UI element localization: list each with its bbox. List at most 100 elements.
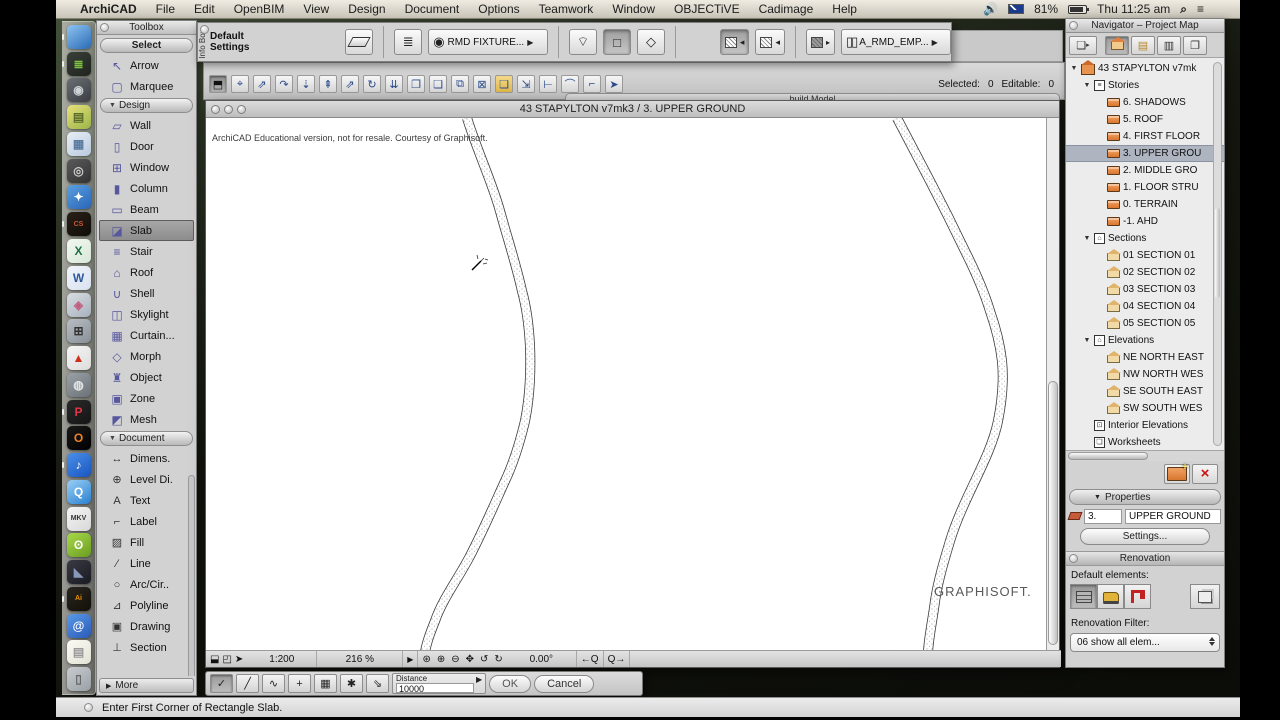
- dock-item-excel[interactable]: X: [66, 238, 92, 264]
- toolbox-section-select[interactable]: Select: [100, 38, 193, 53]
- tree-item-01-section-01[interactable]: 01 SECTION 01: [1066, 247, 1224, 264]
- tool-window[interactable]: ⊞ Window: [99, 157, 194, 178]
- minimize-icon[interactable]: [224, 105, 233, 114]
- menu-item-openbim[interactable]: OpenBIM: [234, 2, 285, 16]
- zoom-window-button[interactable]: ◰: [222, 654, 231, 665]
- dock-item-notes-doc[interactable]: ▤: [66, 640, 92, 666]
- navigator-title-bar[interactable]: Navigator – Project Map: [1066, 19, 1224, 33]
- tool-drawing[interactable]: ▣ Drawing: [99, 616, 194, 637]
- zoom-percent[interactable]: 216 %: [317, 651, 404, 667]
- publisher-button[interactable]: ❐: [1183, 35, 1207, 55]
- drop-button[interactable]: ⇣: [297, 75, 315, 93]
- highlight-layers-button[interactable]: ❏: [495, 75, 513, 93]
- tree-item-worksheets[interactable]: ❏ Worksheets: [1066, 434, 1224, 450]
- layer-button[interactable]: ◉ RMD FIXTURE... ▶: [428, 29, 549, 55]
- distance-input[interactable]: 10000: [396, 682, 474, 694]
- tool-skylight[interactable]: ◫ Skylight: [99, 304, 194, 325]
- dock-item-opera[interactable]: O: [66, 425, 92, 451]
- tool-marquee[interactable]: ▢ Marquee: [99, 76, 194, 97]
- expand-triangle-icon[interactable]: ▼: [1083, 337, 1091, 344]
- tool-beam[interactable]: ▭ Beam: [99, 199, 194, 220]
- ok-button[interactable]: OK: [489, 674, 532, 693]
- menu-item-edit[interactable]: Edit: [194, 2, 215, 16]
- fill-display-button-1[interactable]: ◂: [719, 29, 750, 55]
- tree-item-4--first-floor[interactable]: 4. FIRST FLOOR: [1066, 128, 1224, 145]
- dock-item-compass-app[interactable]: ✦: [66, 185, 92, 211]
- view-map-button[interactable]: ▤: [1131, 35, 1155, 55]
- toolbox-scrollbar[interactable]: [188, 475, 195, 676]
- delete-button[interactable]: ×: [1192, 464, 1218, 484]
- multiply-button[interactable]: ❐: [407, 75, 425, 93]
- story-number-field[interactable]: 3.: [1084, 508, 1122, 524]
- polyline-input-button[interactable]: ∿: [262, 674, 285, 693]
- expand-triangle-icon[interactable]: ▼: [1083, 235, 1091, 242]
- settings-button[interactable]: Settings...: [1080, 528, 1210, 545]
- menu-item-window[interactable]: Window: [612, 2, 655, 16]
- tool-fill[interactable]: ▨ Fill: [99, 532, 194, 553]
- tool-arrow[interactable]: ↖ Arrow: [99, 55, 194, 76]
- previous-zoom-button[interactable]: ←Q: [577, 651, 604, 667]
- drawing-canvas[interactable]: ArchiCAD Educational version, not for re…: [206, 118, 1048, 652]
- tree-item-0--terrain[interactable]: 0. TERRAIN: [1066, 196, 1224, 213]
- toolbox-section-design[interactable]: ▼ Design: [100, 98, 193, 113]
- magic-pick-button[interactable]: ➤: [605, 75, 623, 93]
- geometry-polygon-button[interactable]: ⌔: [569, 29, 598, 55]
- tree-horizontal-scrollbar[interactable]: [1066, 450, 1224, 461]
- new-elements-button[interactable]: [1124, 584, 1151, 609]
- tree-item-ne-north-east[interactable]: NE NORTH EAST: [1066, 349, 1224, 366]
- tree-item-5--roof[interactable]: 5. ROOF: [1066, 111, 1224, 128]
- menu-item-objective[interactable]: OBJECTiVE: [674, 2, 740, 16]
- close-icon[interactable]: [1069, 21, 1078, 30]
- tree-item-02-section-02[interactable]: 02 SECTION 02: [1066, 264, 1224, 281]
- fill-swatch-button[interactable]: ▸: [805, 29, 835, 55]
- close-icon[interactable]: [200, 25, 209, 34]
- elevate-button[interactable]: ⇞: [319, 75, 337, 93]
- fill-display-button-2[interactable]: ◂: [755, 29, 785, 55]
- distance-arrow-button[interactable]: ⇘: [366, 674, 389, 693]
- zoom-menu-arrow[interactable]: ▶: [403, 651, 419, 667]
- dock-item-dark-utility[interactable]: ◉: [66, 78, 92, 104]
- project-chooser-button[interactable]: ❏ ▸: [1069, 35, 1097, 55]
- menu-item-view[interactable]: View: [303, 2, 329, 16]
- tool-shell[interactable]: ∪ Shell: [99, 283, 194, 304]
- pen-set-button[interactable]: ➤: [235, 654, 243, 665]
- dock-item-photos[interactable]: ◈: [66, 292, 92, 318]
- scrollbar-thumb[interactable]: [1048, 381, 1058, 645]
- zoom-icon[interactable]: [237, 105, 246, 114]
- tool-stair[interactable]: ≡ Stair: [99, 241, 194, 262]
- tool-slab[interactable]: ◪ Slab: [99, 220, 194, 241]
- vertical-scrollbar[interactable]: [1046, 118, 1059, 652]
- rotate-copy-button[interactable]: ↻: [363, 75, 381, 93]
- tool-curtain[interactable]: ▦ Curtain...: [99, 325, 194, 346]
- rotate-button[interactable]: ↷: [275, 75, 293, 93]
- drop-copy-button[interactable]: ⇊: [385, 75, 403, 93]
- zoom-in-button[interactable]: ⊕: [437, 654, 445, 665]
- close-icon[interactable]: [211, 105, 220, 114]
- renovation-header[interactable]: Renovation: [1066, 551, 1224, 566]
- cancel-button[interactable]: Cancel: [534, 674, 595, 693]
- layout-book-button[interactable]: ▥: [1157, 35, 1181, 55]
- quick-options-button[interactable]: ⬓: [210, 654, 219, 665]
- project-map-button[interactable]: [1105, 35, 1129, 55]
- zoom-plus-minus-button[interactable]: ⊛: [422, 654, 430, 665]
- new-folder-button[interactable]: [1164, 462, 1190, 484]
- dock-item-blue-badge-app[interactable]: @: [66, 613, 92, 639]
- tree-item-1--floor-stru[interactable]: 1. FLOOR STRU: [1066, 179, 1224, 196]
- expand-triangle-icon[interactable]: ▼: [1083, 82, 1091, 89]
- tool-label[interactable]: ⌐ Label: [99, 511, 194, 532]
- tool-wall[interactable]: ▱ Wall: [99, 115, 194, 136]
- default-settings-label[interactable]: Default Settings: [210, 31, 273, 53]
- tool-object[interactable]: ♜ Object: [99, 367, 194, 388]
- rotate-view-button[interactable]: ↻: [494, 654, 502, 665]
- stretch-button[interactable]: ⇲: [517, 75, 535, 93]
- view-angle[interactable]: 0.00°: [507, 651, 577, 667]
- tree-item-nw-north-wes[interactable]: NW NORTH WES: [1066, 366, 1224, 383]
- tree-item--1--ahd[interactable]: -1. AHD: [1066, 213, 1224, 230]
- move-button[interactable]: ⇗: [253, 75, 271, 93]
- tree-item-2--middle-gro[interactable]: 2. MIDDLE GRO: [1066, 162, 1224, 179]
- zoom-out-button[interactable]: ⊖: [451, 654, 459, 665]
- menu-item-document[interactable]: Document: [405, 2, 460, 16]
- menu-item-design[interactable]: Design: [348, 2, 385, 16]
- tool-morph[interactable]: ◇ Morph: [99, 346, 194, 367]
- menu-item-teamwork[interactable]: Teamwork: [539, 2, 594, 16]
